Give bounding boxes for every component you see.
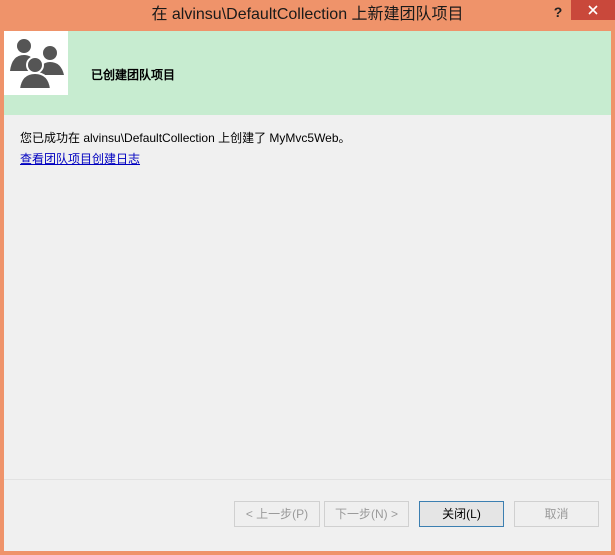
- banner-title: 已创建团队项目: [91, 68, 176, 82]
- help-button[interactable]: ?: [548, 2, 568, 22]
- close-button[interactable]: 关闭(L): [419, 501, 504, 527]
- dialog-window: 在 alvinsu\DefaultCollection 上新建团队项目 ? 已创…: [0, 0, 615, 555]
- close-icon: [588, 5, 598, 15]
- header-banner: 已创建团队项目: [4, 31, 611, 115]
- title-bar[interactable]: 在 alvinsu\DefaultCollection 上新建团队项目 ?: [0, 0, 615, 31]
- success-message: 您已成功在 alvinsu\DefaultCollection 上创建了 MyM…: [20, 131, 351, 145]
- view-log-link[interactable]: 查看团队项目创建日志: [20, 151, 140, 167]
- previous-button[interactable]: < 上一步(P): [234, 501, 320, 527]
- window-title: 在 alvinsu\DefaultCollection 上新建团队项目: [151, 6, 464, 23]
- footer-divider: [4, 479, 611, 480]
- content-area: 您已成功在 alvinsu\DefaultCollection 上创建了 MyM…: [20, 130, 595, 167]
- close-window-button[interactable]: [571, 0, 615, 20]
- dialog-body: 已创建团队项目 您已成功在 alvinsu\DefaultCollection …: [4, 31, 611, 551]
- cancel-button[interactable]: 取消: [514, 501, 599, 527]
- team-people-icon: [4, 31, 68, 95]
- next-button[interactable]: 下一步(N) >: [324, 501, 409, 527]
